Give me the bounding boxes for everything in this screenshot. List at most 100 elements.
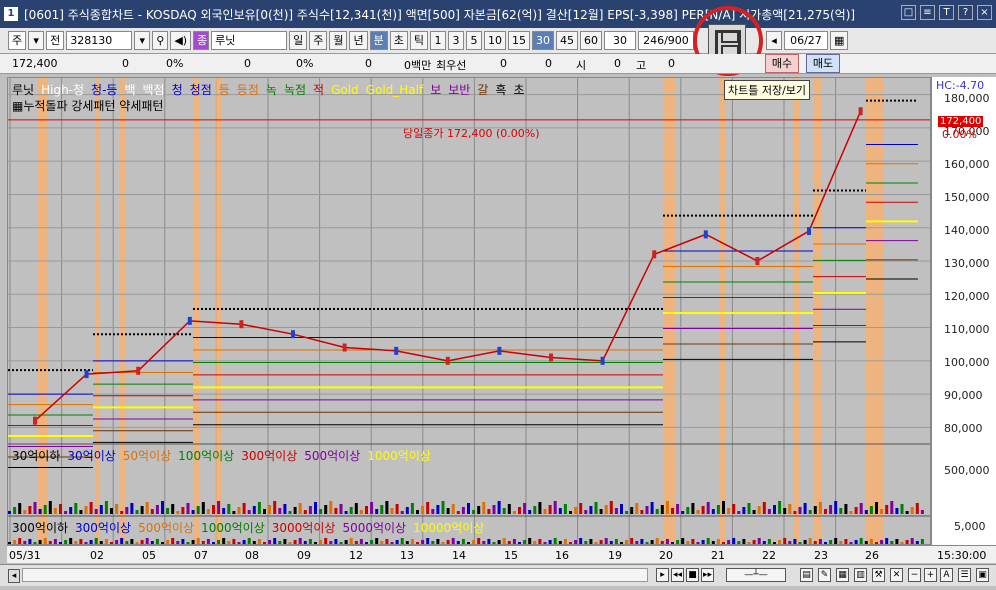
minute-45[interactable]: 45: [555, 31, 578, 50]
minute-30[interactable]: 30: [531, 31, 554, 50]
minute-60[interactable]: 60: [579, 31, 602, 50]
text-button[interactable]: T: [939, 5, 954, 20]
volume-bar: [59, 504, 62, 514]
value-bar: [548, 540, 552, 544]
volume-bar: [441, 501, 445, 514]
minute-5[interactable]: 5: [465, 31, 482, 50]
interval-input[interactable]: 30: [603, 31, 636, 50]
volume-bar: [268, 505, 272, 514]
scope-select[interactable]: 전: [46, 31, 65, 50]
period-tick[interactable]: 틱: [409, 31, 428, 50]
chart-scrollbar[interactable]: ◂ ▸ ◂◂ ■ ▸▸ —┴— ▤ ✎ ▦ ▥ ⚒ ✕ − + A ☰ ▣: [0, 564, 996, 586]
zoom-slider[interactable]: —┴—: [726, 568, 786, 582]
draw-icon[interactable]: ✎: [818, 568, 831, 582]
code-dropdown-icon[interactable]: ▾: [134, 31, 151, 50]
value-bar: [900, 542, 904, 544]
price-tick: 160,000: [944, 158, 990, 171]
date-label: 05/31: [9, 549, 41, 562]
volume-bar: [655, 509, 659, 514]
stock-code-input[interactable]: 328130: [66, 31, 133, 50]
chart-area[interactable]: 루닛 High-청 청-등 백 백점 청 청점 등 등점 녹 녹점 적 Gold Gold_Half 보 보반…: [7, 77, 931, 545]
value-bar: [99, 541, 103, 544]
market-select[interactable]: 주: [8, 31, 27, 50]
chevron-down-icon[interactable]: ▾: [28, 31, 45, 50]
value-bar: [130, 539, 134, 544]
volume-bar: [28, 506, 32, 514]
stock-name-field[interactable]: 루닛: [211, 31, 288, 50]
grid-toggle-icon[interactable]: ▥: [854, 568, 867, 582]
volume-bar: [880, 509, 884, 514]
volume-bar: [390, 508, 394, 514]
volume-bar: [864, 510, 868, 514]
volume-bar: [201, 502, 205, 514]
volume-bar: [737, 511, 741, 514]
period-second[interactable]: 초: [389, 31, 408, 50]
value-bar: [528, 538, 532, 544]
volume-bar: [614, 508, 618, 514]
font-size-icon[interactable]: A: [940, 568, 953, 582]
restore-button[interactable]: □: [901, 5, 916, 20]
volume-legend-item-0: 30억이하: [12, 449, 61, 463]
value-bar: [365, 542, 368, 544]
period-day[interactable]: 일: [289, 31, 308, 50]
volume-bar: [349, 507, 353, 514]
candle: [549, 353, 553, 362]
value-bar: [645, 542, 649, 544]
volume-bar: [869, 506, 873, 514]
value-bar: [344, 540, 348, 544]
value-bar: [844, 539, 848, 544]
layout-icon[interactable]: ▦: [836, 568, 849, 582]
plus-icon[interactable]: +: [924, 568, 937, 582]
volume-bar: [298, 503, 302, 514]
date-input[interactable]: 06/27: [783, 31, 828, 50]
period-year[interactable]: 년: [349, 31, 368, 50]
minus-icon[interactable]: −: [908, 568, 921, 582]
value-bar: [273, 538, 277, 544]
date-prev-icon[interactable]: ◂: [765, 31, 782, 50]
speaker-icon[interactable]: ◀): [170, 31, 192, 50]
calendar-icon[interactable]: ▦: [829, 31, 849, 50]
minute-10[interactable]: 10: [483, 31, 506, 50]
fullscreen-icon[interactable]: ▣: [976, 568, 989, 582]
volume-bar: [512, 511, 516, 514]
period-minute[interactable]: 분: [369, 31, 388, 50]
help-button[interactable]: ?: [958, 5, 973, 20]
count-input[interactable]: 246/900: [637, 31, 694, 50]
scroll-left-icon[interactable]: ◂: [8, 569, 20, 583]
scroll-track[interactable]: [22, 568, 648, 582]
volume-bar: [23, 510, 27, 514]
minute-1[interactable]: 1: [429, 31, 446, 50]
close-x-icon[interactable]: ✕: [890, 568, 903, 582]
menu-button[interactable]: ≡: [920, 5, 935, 20]
value-bar: [492, 542, 496, 544]
period-month[interactable]: 월: [329, 31, 348, 50]
chart-icon[interactable]: ▤: [800, 568, 813, 582]
volume-bar: [599, 509, 603, 514]
date-label: 21: [711, 549, 725, 562]
buy-button[interactable]: 매수: [765, 54, 799, 73]
volume-value: 0: [244, 57, 251, 70]
sell-button[interactable]: 매도: [806, 54, 840, 73]
tools-icon[interactable]: ⚒: [872, 568, 885, 582]
forward-icon[interactable]: ▸▸: [701, 568, 714, 582]
window-buttons: □ ≡ T ? ×: [901, 5, 992, 20]
value-legend-item-3: 1000억이상: [201, 521, 265, 535]
candle: [600, 356, 605, 365]
minute-15[interactable]: 15: [507, 31, 530, 50]
volume-bar: [920, 510, 924, 514]
volume-bar: [574, 507, 578, 514]
value-bar: [538, 539, 542, 544]
volume-bar: [793, 511, 797, 514]
search-icon[interactable]: ⚲: [152, 31, 169, 50]
value-bar: [140, 540, 144, 544]
scroll-right-icon[interactable]: ▸: [656, 568, 669, 582]
value-bar: [502, 538, 506, 544]
close-button[interactable]: ×: [977, 5, 992, 20]
settings-icon[interactable]: ☰: [958, 568, 971, 582]
stop-icon[interactable]: ■: [686, 568, 699, 582]
period-week[interactable]: 주: [309, 31, 328, 50]
minute-3[interactable]: 3: [447, 31, 464, 50]
rewind-icon[interactable]: ◂◂: [671, 568, 684, 582]
volume-bar: [79, 510, 83, 514]
value-bar: [191, 540, 195, 544]
